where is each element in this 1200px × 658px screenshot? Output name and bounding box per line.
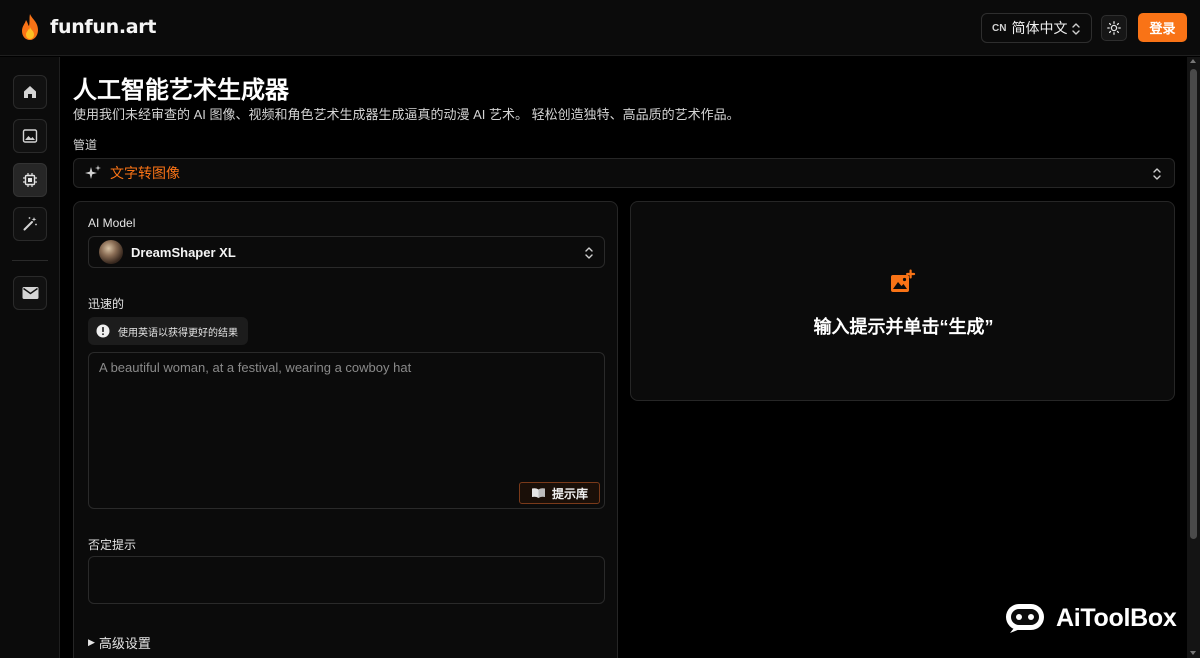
sidebar — [0, 57, 60, 658]
pipeline-select[interactable]: 文字转图像 — [73, 158, 1175, 188]
image-icon — [22, 129, 38, 143]
scroll-thumb[interactable] — [1190, 69, 1197, 539]
chevron-up-down-icon — [1153, 168, 1161, 180]
page-subtitle: 使用我们未经审查的 AI 图像、视频和角色艺术生成器生成逼真的动漫 AI 艺术。… — [73, 107, 740, 122]
sidebar-item-generator[interactable] — [13, 163, 47, 197]
sidebar-item-images[interactable] — [13, 119, 47, 153]
chat-bot-icon — [1006, 604, 1044, 633]
chevron-up-down-icon — [585, 247, 593, 259]
alert-circle-icon — [96, 324, 110, 338]
language-code: CN — [992, 22, 1007, 34]
login-button[interactable]: 登录 — [1138, 13, 1187, 42]
image-add-icon — [891, 269, 916, 292]
scroll-down-arrow[interactable] — [1190, 651, 1196, 655]
sidebar-item-home[interactable] — [13, 75, 47, 109]
sidebar-item-contact[interactable] — [13, 276, 47, 310]
page-title: 人工智能艺术生成器 — [73, 77, 289, 104]
prompt-hint: 使用英语以获得更好的结果 — [88, 317, 248, 345]
prompt-placeholder: A beautiful woman, at a festival, wearin… — [99, 360, 412, 375]
sidebar-divider — [12, 260, 48, 261]
sparkles-icon — [85, 165, 101, 179]
model-avatar — [99, 240, 123, 264]
mail-icon — [22, 287, 38, 299]
magic-wand-icon — [23, 217, 37, 231]
language-label: 简体中文 — [1011, 20, 1068, 36]
sidebar-item-magic[interactable] — [13, 207, 47, 241]
pipeline-label: 管道 — [73, 138, 98, 152]
watermark-text: AiToolBox — [1056, 603, 1177, 632]
prompt-hint-text: 使用英语以获得更好的结果 — [118, 327, 238, 339]
model-select[interactable]: DreamShaper XL — [88, 236, 605, 268]
watermark: AiToolBox — [1004, 602, 1177, 634]
advanced-settings-label: 高级设置 — [98, 636, 151, 651]
brand-logo[interactable]: funfun.art — [18, 13, 156, 41]
book-open-icon — [531, 488, 545, 498]
page-scrollbar[interactable] — [1187, 57, 1200, 658]
prompt-textarea[interactable]: A beautiful woman, at a festival, wearin… — [88, 352, 605, 509]
output-panel: 输入提示并单击“生成” — [630, 201, 1175, 401]
top-header: funfun.art CN 简体中文 登录 — [0, 0, 1200, 56]
language-select[interactable]: CN 简体中文 — [981, 13, 1092, 43]
output-empty-message: 输入提示并单击“生成” — [813, 317, 994, 337]
cpu-icon — [23, 173, 37, 187]
sun-icon — [1107, 21, 1121, 35]
theme-toggle-button[interactable] — [1101, 15, 1127, 41]
flame-icon — [22, 14, 38, 40]
brand-name: funfun.art — [50, 16, 157, 38]
caret-right-icon: ▶ — [88, 637, 95, 647]
negative-prompt-label: 否定提示 — [88, 538, 137, 552]
home-icon — [24, 86, 36, 98]
generation-form: AI Model DreamShaper XL 迅速的 使用英语以获得更好的结果… — [73, 201, 618, 658]
prompt-library-button[interactable]: 提示库 — [519, 482, 600, 504]
prompt-library-label: 提示库 — [551, 486, 588, 501]
scroll-up-arrow[interactable] — [1190, 59, 1196, 63]
model-name: DreamShaper XL — [131, 244, 236, 260]
prompt-label: 迅速的 — [88, 297, 125, 311]
model-label: AI Model — [88, 216, 136, 230]
chevron-up-down-icon — [1072, 23, 1080, 35]
negative-prompt-textarea[interactable] — [88, 556, 605, 604]
pipeline-value: 文字转图像 — [110, 165, 180, 181]
advanced-settings-toggle[interactable]: ▶ 高级设置 — [88, 633, 151, 652]
